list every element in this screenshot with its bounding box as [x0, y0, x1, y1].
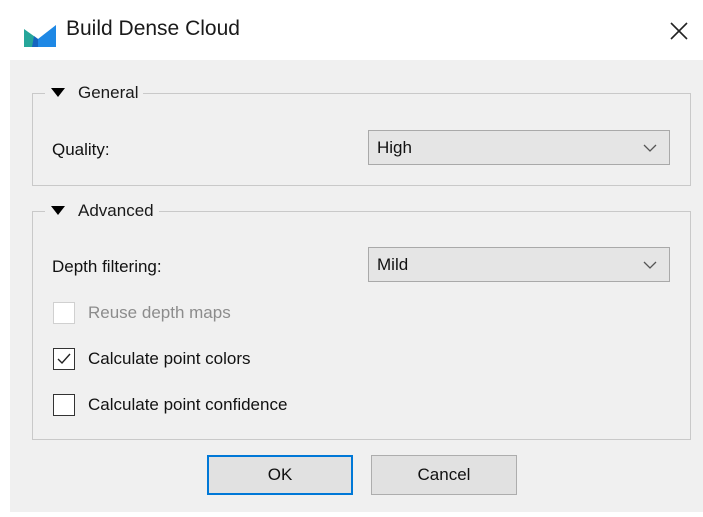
calculate-point-confidence-option[interactable]: Calculate point confidence: [53, 394, 287, 416]
calculate-point-confidence-label: Calculate point confidence: [88, 395, 288, 414]
quality-value: High: [377, 138, 412, 157]
cancel-button[interactable]: Cancel: [371, 455, 517, 495]
quality-dropdown[interactable]: High: [368, 130, 670, 165]
dialog-body: General Quality: High Advanced Depth fil…: [10, 60, 703, 512]
chevron-down-icon: [643, 261, 657, 269]
app-icon: [24, 25, 56, 47]
collapse-triangle-icon: [51, 88, 65, 97]
checkmark-icon: [57, 353, 71, 365]
advanced-group: Advanced Depth filtering: Mild Reuse dep…: [32, 200, 691, 440]
general-group-header[interactable]: General: [45, 82, 144, 104]
close-icon[interactable]: [662, 14, 696, 48]
depth-filtering-value: Mild: [377, 255, 409, 274]
reuse-depth-maps-option: Reuse depth maps: [53, 302, 231, 324]
window-title: Build Dense Cloud: [66, 17, 240, 40]
quality-label: Quality:: [52, 140, 110, 159]
reuse-depth-maps-checkbox: [53, 302, 75, 324]
depth-filtering-dropdown[interactable]: Mild: [368, 247, 670, 282]
calculate-point-colors-label: Calculate point colors: [88, 349, 251, 368]
calculate-point-confidence-checkbox[interactable]: [53, 394, 75, 416]
general-legend-label: General: [78, 83, 139, 102]
depth-filtering-label: Depth filtering:: [52, 257, 162, 276]
chevron-down-icon: [643, 144, 657, 152]
calculate-point-colors-option[interactable]: Calculate point colors: [53, 348, 251, 370]
reuse-depth-maps-label: Reuse depth maps: [88, 303, 231, 322]
title-bar: Build Dense Cloud: [0, 0, 703, 60]
advanced-legend-label: Advanced: [78, 201, 154, 220]
collapse-triangle-icon: [51, 206, 65, 215]
advanced-group-header[interactable]: Advanced: [45, 200, 159, 222]
ok-button[interactable]: OK: [207, 455, 353, 495]
calculate-point-colors-checkbox[interactable]: [53, 348, 75, 370]
general-group: General Quality: High: [32, 82, 691, 186]
